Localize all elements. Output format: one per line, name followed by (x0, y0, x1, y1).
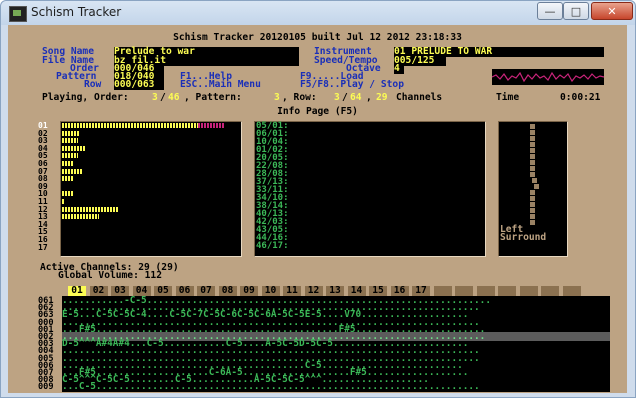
channels-label: Channels (396, 92, 443, 103)
close-button[interactable]: ✕ (591, 2, 633, 20)
current-row: 3 (334, 92, 340, 103)
channel-header-blank[interactable] (562, 286, 581, 296)
help-f5-f8: F5/F8..Play / Stop (300, 79, 404, 90)
sample-volume-bar (62, 214, 99, 220)
app-window: Schism Tracker — □ ✕ Schism Tracker 2012… (0, 0, 636, 398)
channel-header-blank[interactable] (476, 286, 495, 296)
channel-header-07[interactable]: 07 (197, 286, 215, 296)
channel-count: 29 (376, 92, 388, 103)
sample-volume-bar (62, 168, 83, 174)
sample-volume-bar (62, 138, 78, 144)
panning-marker (530, 214, 535, 219)
playing-label: Playing, Order: (42, 92, 129, 103)
panning-marker (530, 208, 535, 213)
panning-marker (530, 166, 535, 171)
time-label: Time (496, 92, 520, 103)
sample-volume-peak (198, 123, 224, 128)
oscilloscope (492, 69, 604, 85)
panning-marker (530, 220, 535, 225)
minimize-button[interactable]: — (537, 2, 563, 20)
pattern-editor[interactable]: ...........-C-5.........................… (62, 296, 610, 392)
panning-marker (530, 160, 535, 165)
channel-header-17[interactable]: 17 (412, 286, 430, 296)
channel-header-blank[interactable] (519, 286, 538, 296)
sample-volume-bar (62, 153, 78, 159)
channel-header-08[interactable]: 08 (218, 286, 237, 296)
sample-volume-panel (60, 121, 242, 257)
channel-header-15[interactable]: 15 (369, 286, 387, 296)
total-rows: 64 (350, 92, 362, 103)
panning-marker (530, 136, 535, 141)
row-status-label: , Row: (282, 92, 317, 103)
panning-marker (530, 190, 535, 195)
page-title: Info Page (F5) (277, 106, 358, 117)
channel-header-05[interactable]: 05 (154, 286, 172, 296)
sample-volume-bar (62, 206, 119, 212)
sample-volume-bar (62, 191, 74, 197)
app-icon (9, 6, 27, 22)
channel-header-12[interactable]: 12 (304, 286, 323, 296)
pattern-row-number: 009 (38, 382, 54, 393)
channel-header-blank[interactable] (455, 286, 473, 296)
octave-field[interactable]: 4 (394, 64, 404, 74)
panning-surround-label: Surround (500, 232, 547, 243)
channel-header-06[interactable]: 06 (175, 286, 194, 296)
channel-header-blank[interactable] (433, 286, 452, 296)
current-pattern: 3 (274, 92, 280, 103)
channel-header-10[interactable]: 10 (261, 286, 280, 296)
total-orders: 46 (168, 92, 180, 103)
sample-volume-bar (62, 145, 86, 151)
panning-marker (530, 154, 535, 159)
track-list-item: 46/17: (256, 241, 289, 251)
panning-marker (530, 142, 535, 147)
row-label: Row (84, 79, 102, 90)
title-bar[interactable]: Schism Tracker — □ ✕ (1, 1, 635, 25)
channel-header-02[interactable]: 02 (89, 286, 108, 296)
sample-number: 17 (38, 242, 48, 252)
panning-marker (532, 178, 537, 183)
channel-header-11[interactable]: 11 (283, 286, 301, 296)
pattern-row[interactable]: ...C-5..................................… (62, 382, 610, 391)
channel-header-16[interactable]: 16 (390, 286, 409, 296)
channel-header-14[interactable]: 14 (347, 286, 366, 296)
panning-marker (530, 202, 535, 207)
channel-header-blank[interactable] (541, 286, 559, 296)
panning-marker (530, 148, 535, 153)
channel-header-04[interactable]: 04 (132, 286, 151, 296)
panning-marker (530, 172, 535, 177)
channel-header-09[interactable]: 09 (240, 286, 258, 296)
row-field[interactable]: 000/063 (114, 80, 164, 90)
channel-header-01[interactable]: 01 (68, 286, 86, 296)
panning-marker (530, 130, 535, 135)
channel-header-03[interactable]: 03 (111, 286, 129, 296)
channel-header-13[interactable]: 13 (326, 286, 344, 296)
sample-volume-bar (62, 123, 198, 128)
panning-marker (530, 196, 535, 201)
maximize-button[interactable]: □ (563, 2, 589, 20)
global-volume: Global Volume: 112 (58, 270, 162, 281)
panning-marker (534, 184, 539, 189)
pattern-status-label: , Pattern: (184, 92, 242, 103)
sample-volume-bar (62, 176, 74, 182)
sample-volume-bar (62, 130, 79, 136)
sample-volume-bar (62, 199, 65, 204)
version-header: Schism Tracker 20120105 built Jul 12 201… (173, 32, 462, 43)
elapsed-time: 0:00:21 (560, 92, 601, 103)
track-list-panel (254, 121, 486, 257)
tracker-client-area: Schism Tracker 20120105 built Jul 12 201… (8, 25, 627, 393)
panning-marker (530, 124, 535, 129)
help-esc: ESC..Main Menu (180, 79, 261, 90)
window-title: Schism Tracker (31, 5, 122, 19)
current-order: 3 (152, 92, 158, 103)
channel-header-blank[interactable] (498, 286, 516, 296)
sample-volume-bar (62, 161, 74, 166)
